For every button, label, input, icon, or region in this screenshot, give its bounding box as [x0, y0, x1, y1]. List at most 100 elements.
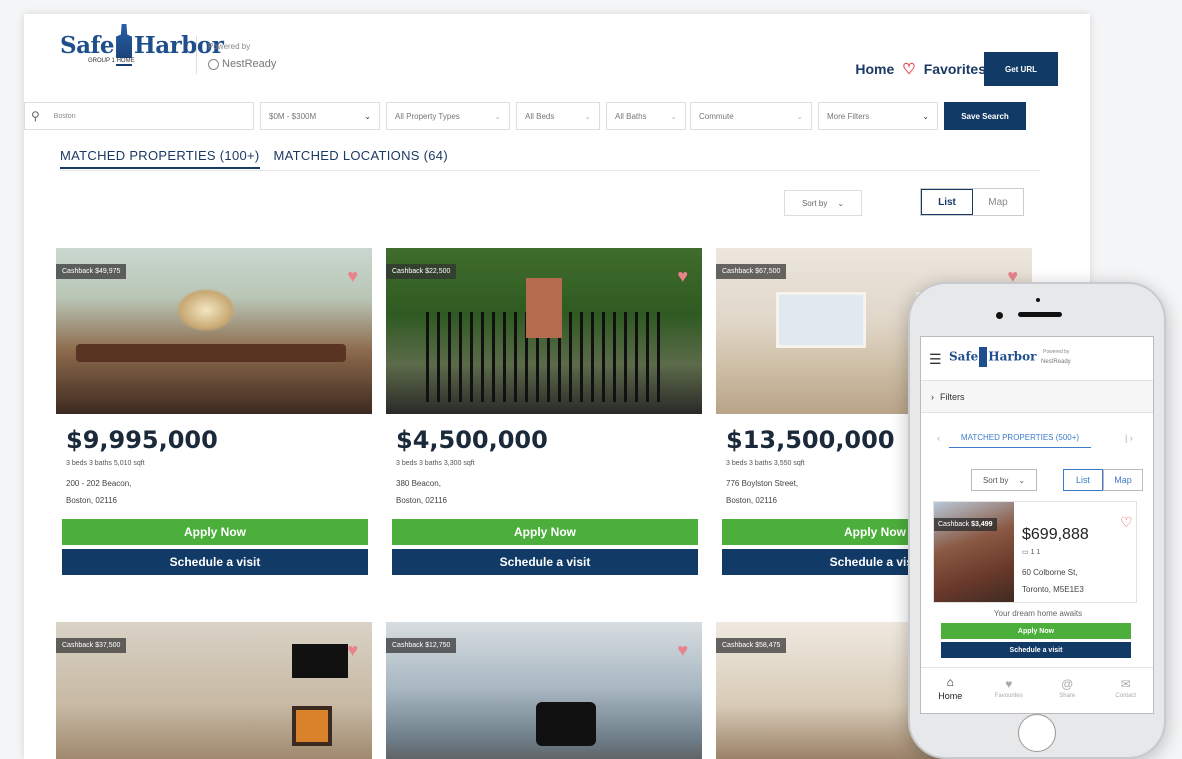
- nav-favorites-link[interactable]: Favorites: [924, 61, 986, 77]
- heart-icon[interactable]: ♥: [677, 640, 688, 661]
- nav-home-link[interactable]: Home: [855, 61, 894, 77]
- nav-home-label: Home: [938, 690, 963, 701]
- property-meta: 3 beds 3 baths 5,010 sqft: [66, 460, 145, 467]
- powered-by-label: Powered by: [208, 42, 251, 51]
- address-line-1: 380 Beacon,: [396, 479, 441, 488]
- mobile-map-button[interactable]: Map: [1103, 469, 1143, 491]
- property-card[interactable]: Cashback $37,500 ♥: [56, 622, 372, 759]
- property-type-select[interactable]: All Property Types ⌄: [386, 102, 510, 130]
- baths-value: All Baths: [615, 111, 647, 121]
- sort-by-select[interactable]: Sort by ⌄: [784, 190, 862, 216]
- chevron-down-icon: ⌄: [1018, 475, 1026, 485]
- apply-now-button[interactable]: Apply Now: [392, 519, 698, 545]
- mobile-filters-toggle[interactable]: › Filters: [921, 381, 1153, 413]
- cashback-badge: Cashback $58,475: [716, 638, 787, 653]
- chandelier-shape: [176, 288, 236, 332]
- front-camera: [996, 312, 1003, 319]
- nav-favourites[interactable]: ♥ Favourites: [980, 668, 1039, 707]
- mobile-property-photo[interactable]: Cashback $3,499: [934, 502, 1014, 602]
- mobile-tab-matched-properties[interactable]: MATCHED PROPERTIES (500+): [949, 433, 1091, 448]
- property-address: 200 - 202 Beacon, Boston, 02116: [66, 475, 372, 509]
- property-type-value: All Property Types: [395, 111, 460, 121]
- property-price: $9,995,000: [66, 426, 218, 454]
- mobile-logo-left: Safe: [949, 349, 979, 364]
- heart-icon: ♥: [1005, 676, 1013, 691]
- property-card[interactable]: Cashback $12,750 ♥: [386, 622, 702, 759]
- commute-select[interactable]: Commute ⌄: [690, 102, 812, 130]
- hamburger-menu-icon[interactable]: ☰: [929, 351, 942, 368]
- cashback-value: $3,499: [971, 521, 993, 528]
- cashback-badge: Cashback $12,750: [386, 638, 457, 653]
- mail-icon: ✉: [1120, 676, 1131, 691]
- search-value: Boston: [53, 112, 76, 120]
- home-icon: ⌂: [946, 674, 954, 689]
- heart-icon[interactable]: ♡: [1120, 514, 1133, 531]
- phone-mockup: ☰ Safe Harbor Powered by NestReady › Filt…: [908, 282, 1166, 759]
- property-card[interactable]: Cashback $22,500 ♥ $4,500,000 3 beds 3 b…: [386, 248, 702, 575]
- chevron-down-icon: ⌄: [796, 111, 803, 121]
- property-photo[interactable]: Cashback $12,750 ♥: [386, 622, 702, 759]
- property-photo[interactable]: Cashback $49,975 ♥: [56, 248, 372, 414]
- get-url-button[interactable]: Get URL: [984, 52, 1058, 86]
- map-view-button[interactable]: Map: [973, 189, 1023, 215]
- baths-select[interactable]: All Baths ⌄: [606, 102, 686, 130]
- more-filters-select[interactable]: More Filters ⌄: [818, 102, 938, 130]
- mobile-address-line-1: 60 Colborne St,: [1022, 568, 1078, 577]
- camera-dot: [1036, 298, 1040, 302]
- logo-subtitle: GROUP 1 HOME: [86, 58, 137, 64]
- chevron-right-icon[interactable]: | ›: [1125, 433, 1133, 443]
- fireplace-shape: [292, 706, 332, 746]
- mobile-property-address: 60 Colborne St, Toronto, M5E1E3: [1022, 564, 1084, 598]
- save-search-button[interactable]: Save Search: [944, 102, 1026, 130]
- mobile-property-card[interactable]: Cashback $3,499 $699,888 ♡ ▭ 1 1 60 Colb…: [933, 501, 1137, 603]
- property-card[interactable]: Cashback $49,975 ♥ $9,995,000 3 beds 3 b…: [56, 248, 372, 575]
- mobile-schedule-visit-button[interactable]: Schedule a visit: [941, 642, 1131, 658]
- tab-matched-properties[interactable]: MATCHED PROPERTIES (100+): [60, 148, 260, 169]
- nav-home[interactable]: ⌂ Home: [921, 668, 980, 707]
- beds-select[interactable]: All Beds ⌄: [516, 102, 600, 130]
- sort-by-label: Sort by: [801, 198, 828, 208]
- nestready-label: NestReady: [222, 58, 277, 70]
- nav-contact-label: Contact: [1115, 692, 1137, 699]
- heart-icon[interactable]: ♥: [347, 640, 358, 661]
- mobile-apply-now-button[interactable]: Apply Now: [941, 623, 1131, 639]
- commute-value: Commute: [699, 111, 734, 121]
- heart-icon[interactable]: ♥: [677, 266, 688, 287]
- cashback-badge: Cashback $22,500: [386, 264, 457, 279]
- phone-home-button[interactable]: [1018, 714, 1056, 752]
- nav-share[interactable]: @ Share: [1038, 668, 1097, 707]
- price-select-value: $0M - $300M: [269, 111, 317, 121]
- property-photo[interactable]: Cashback $37,500 ♥: [56, 622, 372, 759]
- mobile-header: ☰ Safe Harbor Powered by NestReady: [921, 337, 1153, 381]
- mobile-address-line-2: Toronto, M5E1E3: [1022, 585, 1084, 594]
- chevron-left-icon[interactable]: ‹: [937, 433, 940, 443]
- nav-share-label: Share: [1059, 692, 1076, 699]
- nav-contact[interactable]: ✉ Contact: [1097, 668, 1154, 707]
- schedule-visit-button[interactable]: Schedule a visit: [392, 549, 698, 575]
- speaker-grille: [1018, 312, 1062, 317]
- dream-home-text: Your dream home awaits: [993, 609, 1083, 618]
- mobile-list-button[interactable]: List: [1063, 469, 1103, 491]
- property-meta: 3 beds 3 baths 3,300 sqft: [396, 460, 475, 467]
- top-nav: Home ♡ Favorites: [855, 60, 986, 78]
- nav-favourites-label: Favourites: [994, 692, 1023, 699]
- list-view-button[interactable]: List: [921, 189, 973, 215]
- property-address: 380 Beacon, Boston, 02116: [396, 475, 702, 509]
- mobile-meta-value: 1 1: [1030, 549, 1041, 556]
- price-select[interactable]: $0M - $300M ⌄: [260, 102, 380, 130]
- tv-shape: [292, 644, 348, 678]
- property-photo[interactable]: Cashback $22,500 ♥: [386, 248, 702, 414]
- mobile-sort-by-select[interactable]: Sort by ⌄: [971, 469, 1037, 491]
- cashback-label: Cashback: [938, 521, 970, 528]
- chevron-down-icon: ⌄: [364, 111, 371, 121]
- heart-icon[interactable]: ♥: [347, 266, 358, 287]
- mobile-cashback-badge: Cashback $3,499: [934, 518, 997, 531]
- safe-harbor-logo[interactable]: Safe Harbor: [60, 24, 224, 66]
- heart-icon: ♡: [902, 61, 916, 78]
- search-input[interactable]: ⚲ Boston: [24, 102, 254, 130]
- brick-path-shape: [526, 278, 562, 338]
- tab-matched-locations[interactable]: MATCHED LOCATIONS (64): [274, 148, 448, 169]
- mobile-logo[interactable]: Safe Harbor: [949, 347, 1036, 367]
- schedule-visit-button[interactable]: Schedule a visit: [62, 549, 368, 575]
- apply-now-button[interactable]: Apply Now: [62, 519, 368, 545]
